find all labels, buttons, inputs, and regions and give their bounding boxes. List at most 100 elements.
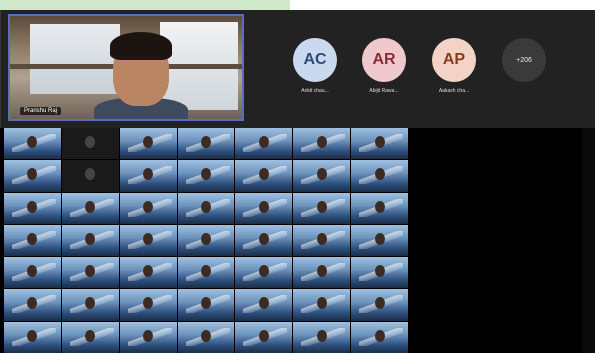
participant-video-tile[interactable]	[61, 160, 119, 192]
participant-silhouette	[200, 232, 211, 245]
participant-silhouette	[85, 265, 96, 278]
participant-silhouette	[258, 329, 269, 342]
participant-video-tile[interactable]	[351, 289, 408, 321]
participant-silhouette	[27, 168, 38, 181]
participant-avatar-tile[interactable]: AR Abijit Rawa...	[358, 38, 410, 94]
participant-silhouette	[143, 297, 154, 310]
participant-silhouette	[200, 168, 211, 181]
participant-video-tile[interactable]	[119, 257, 177, 289]
participant-video-tile[interactable]	[293, 289, 351, 321]
participant-video-tile[interactable]	[61, 257, 119, 289]
participant-video-tile[interactable]	[235, 192, 293, 224]
participant-video-tile[interactable]	[119, 321, 177, 353]
participant-silhouette	[258, 297, 269, 310]
participant-video-tile[interactable]	[177, 224, 235, 257]
participant-video-tile[interactable]	[4, 160, 61, 192]
participant-name: Ankit chau...	[301, 88, 329, 94]
participant-silhouette	[85, 329, 96, 342]
participant-video-tile[interactable]	[235, 160, 293, 192]
active-speaker-video[interactable]: Pranshu Raj	[8, 14, 244, 121]
participant-video-tile[interactable]	[351, 257, 408, 289]
participant-silhouette	[27, 136, 38, 148]
participant-silhouette	[374, 200, 385, 213]
participant-silhouette	[316, 168, 327, 181]
participant-silhouette	[374, 265, 385, 278]
participant-video-tile[interactable]	[4, 224, 61, 257]
participant-silhouette	[374, 329, 385, 342]
participant-silhouette	[258, 200, 269, 213]
participant-video-tile[interactable]	[61, 128, 119, 160]
more-participants-button[interactable]: +206	[502, 38, 546, 82]
participant-video-tile[interactable]	[4, 128, 61, 160]
participant-video-tile[interactable]	[4, 289, 61, 321]
participant-video-tile[interactable]	[293, 224, 351, 257]
participant-video-tile[interactable]	[177, 192, 235, 224]
participant-video-tile[interactable]	[119, 289, 177, 321]
participant-silhouette	[200, 200, 211, 213]
participant-video-tile[interactable]	[61, 224, 119, 257]
participant-video-tile[interactable]	[235, 128, 293, 160]
participant-video-tile[interactable]	[177, 257, 235, 289]
participant-silhouette	[143, 329, 154, 342]
right-edge-strip	[582, 128, 595, 353]
participant-silhouette	[316, 265, 327, 278]
background-window	[30, 24, 120, 94]
participant-silhouette	[85, 232, 96, 245]
participant-silhouette	[143, 232, 154, 245]
participant-silhouette	[374, 297, 385, 310]
avatar: AR	[362, 38, 406, 82]
participant-video-tile[interactable]	[293, 321, 351, 353]
participant-video-tile[interactable]	[177, 128, 235, 160]
participant-video-tile[interactable]	[235, 289, 293, 321]
gallery-grid	[4, 128, 408, 353]
participant-silhouette	[85, 297, 96, 310]
participant-video-tile[interactable]	[351, 160, 408, 192]
speaker-hair	[110, 32, 172, 60]
avatar: AC	[293, 38, 337, 82]
participant-video-tile[interactable]	[351, 192, 408, 224]
participant-silhouette	[374, 168, 385, 181]
participant-avatar-tile[interactable]: AC Ankit chau...	[289, 38, 341, 94]
participant-silhouette	[374, 136, 385, 148]
participant-video-tile[interactable]	[293, 192, 351, 224]
participant-silhouette	[85, 168, 96, 181]
participant-video-tile[interactable]	[177, 160, 235, 192]
participant-video-tile[interactable]	[61, 192, 119, 224]
participant-video-tile[interactable]	[4, 321, 61, 353]
participant-video-tile[interactable]	[61, 289, 119, 321]
participant-video-tile[interactable]	[119, 128, 177, 160]
participant-video-tile[interactable]	[119, 224, 177, 257]
participant-silhouette	[316, 136, 327, 148]
participant-video-tile[interactable]	[293, 257, 351, 289]
participant-silhouette	[316, 232, 327, 245]
participant-avatar-tile[interactable]: AP Aakash cha...	[428, 38, 480, 94]
participant-video-tile[interactable]	[351, 321, 408, 353]
participant-silhouette	[316, 297, 327, 310]
participant-silhouette	[258, 232, 269, 245]
participant-video-tile[interactable]	[119, 160, 177, 192]
participant-video-tile[interactable]	[235, 321, 293, 353]
participant-video-tile[interactable]	[119, 192, 177, 224]
participant-silhouette	[27, 265, 38, 278]
participant-video-tile[interactable]	[177, 321, 235, 353]
participant-silhouette	[258, 168, 269, 181]
participant-silhouette	[200, 136, 211, 148]
participant-video-tile[interactable]	[235, 257, 293, 289]
participant-silhouette	[200, 297, 211, 310]
participant-video-tile[interactable]	[293, 160, 351, 192]
participant-video-tile[interactable]	[61, 321, 119, 353]
participant-silhouette	[143, 265, 154, 278]
participant-silhouette	[85, 200, 96, 213]
participant-silhouette	[85, 136, 96, 148]
participant-video-tile[interactable]	[235, 224, 293, 257]
participant-video-tile[interactable]	[4, 192, 61, 224]
participant-silhouette	[143, 136, 154, 148]
participant-video-tile[interactable]	[177, 289, 235, 321]
participant-video-tile[interactable]	[293, 128, 351, 160]
participant-video-tile[interactable]	[4, 257, 61, 289]
participant-silhouette	[200, 265, 211, 278]
participant-name: Abijit Rawa...	[369, 88, 399, 94]
participant-video-tile[interactable]	[351, 128, 408, 160]
participant-silhouette	[316, 200, 327, 213]
participant-video-tile[interactable]	[351, 224, 408, 257]
